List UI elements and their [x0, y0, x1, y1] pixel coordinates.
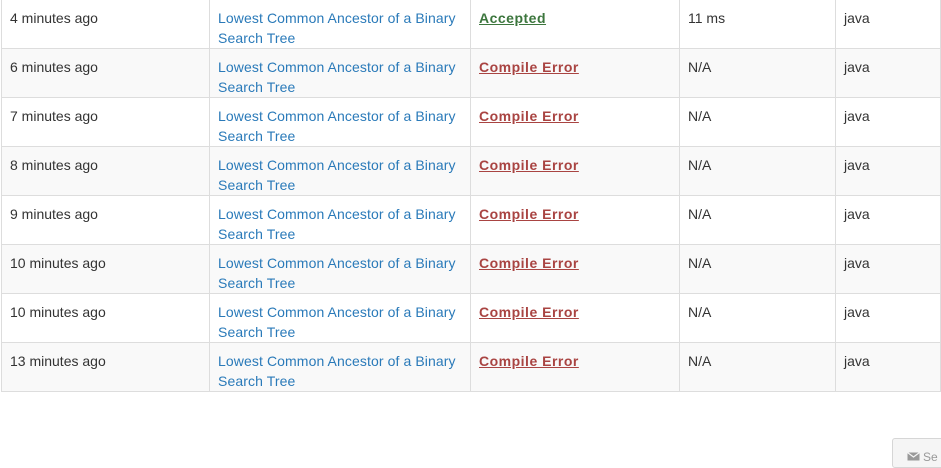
- problem-link[interactable]: Lowest Common Ancestor of a Binary Searc…: [218, 204, 458, 244]
- runtime-value: N/A: [679, 342, 836, 392]
- problem-link[interactable]: Lowest Common Ancestor of a Binary Searc…: [218, 351, 458, 391]
- runtime-value: 11 ms: [679, 0, 836, 49]
- problem-link[interactable]: Lowest Common Ancestor of a Binary Searc…: [218, 302, 458, 342]
- problem-cell: Lowest Common Ancestor of a Binary Searc…: [209, 244, 471, 294]
- problem-cell: Lowest Common Ancestor of a Binary Searc…: [209, 342, 471, 392]
- language-value: java: [835, 146, 941, 196]
- problem-cell: Lowest Common Ancestor of a Binary Searc…: [209, 97, 471, 147]
- table-row: 4 minutes ago Lowest Common Ancestor of …: [1, 0, 941, 49]
- runtime-value: N/A: [679, 97, 836, 147]
- problem-cell: Lowest Common Ancestor of a Binary Searc…: [209, 293, 471, 343]
- language-value: java: [835, 0, 941, 49]
- submission-time: 13 minutes ago: [1, 342, 210, 392]
- submission-time: 9 minutes ago: [1, 195, 210, 245]
- status-cell: Compile Error: [470, 146, 680, 196]
- feedback-label: Se: [923, 450, 938, 464]
- status-cell: Compile Error: [470, 244, 680, 294]
- submission-time: 10 minutes ago: [1, 244, 210, 294]
- status-cell: Compile Error: [470, 97, 680, 147]
- language-value: java: [835, 342, 941, 392]
- status-link[interactable]: Compile Error: [479, 106, 579, 126]
- status-link[interactable]: Accepted: [479, 8, 546, 28]
- language-value: java: [835, 48, 941, 98]
- problem-link[interactable]: Lowest Common Ancestor of a Binary Searc…: [218, 253, 458, 293]
- submission-time: 8 minutes ago: [1, 146, 210, 196]
- submission-time: 4 minutes ago: [1, 0, 210, 49]
- table-row: 10 minutes ago Lowest Common Ancestor of…: [1, 293, 941, 343]
- submissions-table: 4 minutes ago Lowest Common Ancestor of …: [1, 0, 941, 392]
- problem-cell: Lowest Common Ancestor of a Binary Searc…: [209, 146, 471, 196]
- problem-cell: Lowest Common Ancestor of a Binary Searc…: [209, 195, 471, 245]
- table-row: 10 minutes ago Lowest Common Ancestor of…: [1, 244, 941, 294]
- problem-link[interactable]: Lowest Common Ancestor of a Binary Searc…: [218, 106, 458, 146]
- problem-link[interactable]: Lowest Common Ancestor of a Binary Searc…: [218, 8, 458, 48]
- status-link[interactable]: Compile Error: [479, 204, 579, 224]
- problem-link[interactable]: Lowest Common Ancestor of a Binary Searc…: [218, 155, 458, 195]
- runtime-value: N/A: [679, 48, 836, 98]
- status-link[interactable]: Compile Error: [479, 155, 579, 175]
- table-row: 6 minutes ago Lowest Common Ancestor of …: [1, 48, 941, 98]
- runtime-value: N/A: [679, 146, 836, 196]
- status-link[interactable]: Compile Error: [479, 57, 579, 77]
- status-cell: Accepted: [470, 0, 680, 49]
- status-cell: Compile Error: [470, 48, 680, 98]
- language-value: java: [835, 195, 941, 245]
- problem-cell: Lowest Common Ancestor of a Binary Searc…: [209, 0, 471, 49]
- status-cell: Compile Error: [470, 293, 680, 343]
- status-link[interactable]: Compile Error: [479, 302, 579, 322]
- status-link[interactable]: Compile Error: [479, 253, 579, 273]
- runtime-value: N/A: [679, 293, 836, 343]
- submissions-table-body: 4 minutes ago Lowest Common Ancestor of …: [1, 0, 941, 392]
- language-value: java: [835, 293, 941, 343]
- status-cell: Compile Error: [470, 342, 680, 392]
- table-row: 9 minutes ago Lowest Common Ancestor of …: [1, 195, 941, 245]
- table-row: 8 minutes ago Lowest Common Ancestor of …: [1, 146, 941, 196]
- submission-time: 7 minutes ago: [1, 97, 210, 147]
- feedback-tab[interactable]: Se: [892, 438, 941, 468]
- status-link[interactable]: Compile Error: [479, 351, 579, 371]
- problem-link[interactable]: Lowest Common Ancestor of a Binary Searc…: [218, 57, 458, 97]
- submission-time: 6 minutes ago: [1, 48, 210, 98]
- table-row: 13 minutes ago Lowest Common Ancestor of…: [1, 342, 941, 392]
- runtime-value: N/A: [679, 244, 836, 294]
- problem-cell: Lowest Common Ancestor of a Binary Searc…: [209, 48, 471, 98]
- language-value: java: [835, 97, 941, 147]
- submission-time: 10 minutes ago: [1, 293, 210, 343]
- runtime-value: N/A: [679, 195, 836, 245]
- language-value: java: [835, 244, 941, 294]
- table-row: 7 minutes ago Lowest Common Ancestor of …: [1, 97, 941, 147]
- status-cell: Compile Error: [470, 195, 680, 245]
